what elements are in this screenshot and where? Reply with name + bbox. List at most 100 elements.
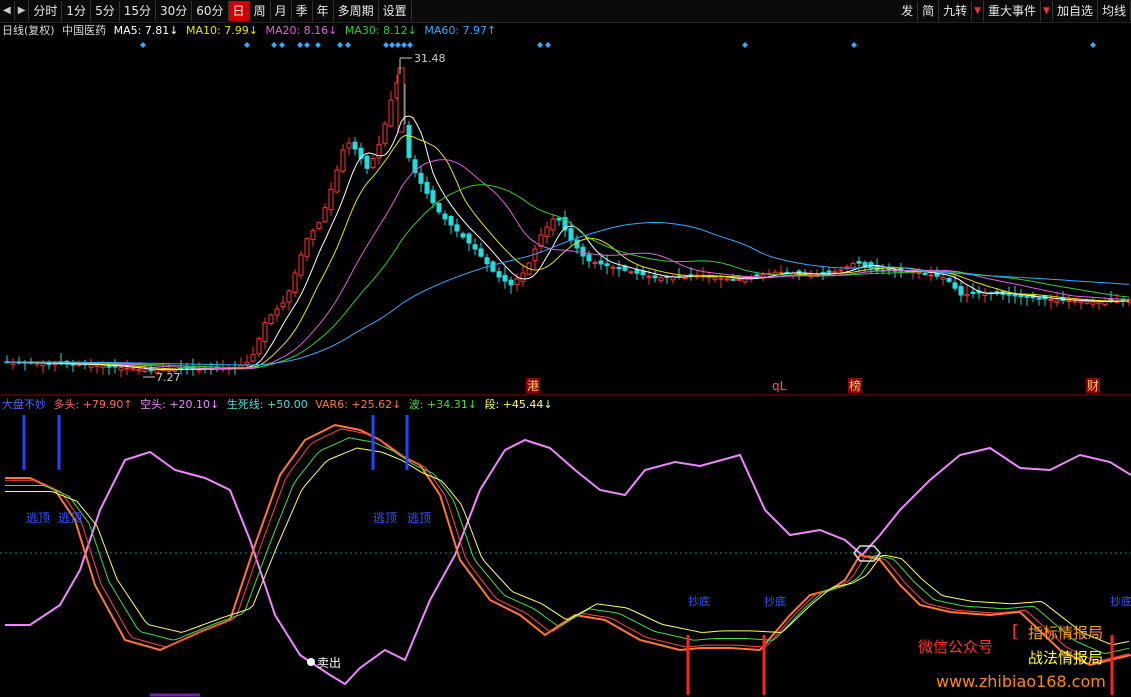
candle-body xyxy=(460,233,466,238)
signal-diamond xyxy=(383,42,389,48)
candle-body xyxy=(778,271,784,274)
candle-body xyxy=(730,278,736,281)
candle-body xyxy=(388,99,394,127)
candle-body xyxy=(262,322,268,343)
watermark-bracket: [ xyxy=(1012,622,1019,642)
candle-body xyxy=(94,364,100,367)
candle-body xyxy=(928,274,934,277)
signal-diamond xyxy=(297,42,303,48)
candle-body xyxy=(472,244,478,250)
candle-body xyxy=(340,149,346,172)
signal-diamond xyxy=(271,42,277,48)
event-tag[interactable]: qL xyxy=(772,379,787,393)
candle-body xyxy=(88,364,94,368)
buy-bottom-label: 抄底 xyxy=(1110,594,1131,608)
candle-body xyxy=(634,269,640,274)
candle-body xyxy=(454,224,460,232)
candle-body xyxy=(148,369,154,372)
candle-body xyxy=(658,277,664,281)
signal-diamond xyxy=(315,42,321,48)
candle-body xyxy=(580,246,586,257)
event-tag[interactable]: 港 xyxy=(527,379,539,393)
candle-body xyxy=(1006,293,1012,296)
candle-body xyxy=(244,361,250,365)
signal-diamond xyxy=(851,42,857,48)
candle-body xyxy=(478,248,484,257)
candle-body xyxy=(652,275,658,279)
signal-diamond xyxy=(742,42,748,48)
candle-body xyxy=(826,270,832,273)
sell-marker xyxy=(307,658,315,666)
signal-diamond xyxy=(140,42,146,48)
candle-body xyxy=(754,274,760,277)
candle-body xyxy=(322,207,328,223)
signal-diamond xyxy=(279,42,285,48)
candle-body xyxy=(496,271,502,278)
candle-body xyxy=(490,261,496,272)
chart-canvas[interactable]: 31.48 7.27 港 qL 榜 财 逃顶 逃顶 逃顶 逃顶 抄底 抄底 抄底… xyxy=(0,0,1131,697)
candle-body xyxy=(934,273,940,277)
candle-body xyxy=(838,269,844,272)
candle-body xyxy=(364,155,370,169)
candle-body xyxy=(520,272,526,282)
candle-body xyxy=(724,278,730,281)
candle-body xyxy=(352,141,358,150)
event-tag[interactable]: 榜 xyxy=(849,378,861,393)
candle-body xyxy=(304,238,310,257)
candle-body xyxy=(346,142,352,149)
candle-body xyxy=(550,218,556,231)
escape-top-label: 逃顶 xyxy=(26,511,50,525)
candle-body xyxy=(850,263,856,269)
candle-body xyxy=(286,290,292,303)
signal-diamond xyxy=(395,42,401,48)
candlestick-panel xyxy=(4,42,1131,378)
escape-top-label: 逃顶 xyxy=(58,511,82,525)
candle-body xyxy=(628,271,634,274)
candle-body xyxy=(238,364,244,368)
candle-body xyxy=(1096,301,1102,305)
candle-body xyxy=(1084,301,1090,304)
candle-body xyxy=(832,270,838,274)
candle-body xyxy=(1024,295,1030,298)
escape-top-label: 逃顶 xyxy=(407,511,431,525)
candle-body xyxy=(292,272,298,293)
candle-body xyxy=(484,257,490,265)
candle-body xyxy=(310,230,316,240)
candle-body xyxy=(856,261,862,264)
candle-body xyxy=(1078,300,1084,304)
signal-diamond xyxy=(401,42,407,48)
ma10-line xyxy=(4,134,1130,370)
ma5-line xyxy=(4,115,1130,371)
candle-body xyxy=(616,266,622,270)
signal-diamond xyxy=(545,42,551,48)
watermark-line1: 指标情报局 xyxy=(1028,624,1104,642)
candle-body xyxy=(862,262,868,267)
candle-body xyxy=(1090,301,1096,305)
signal-diamond xyxy=(337,42,343,48)
candle-body xyxy=(118,367,124,371)
event-tag[interactable]: 财 xyxy=(1087,379,1099,393)
signal-diamond xyxy=(304,42,310,48)
candle-body xyxy=(646,275,652,278)
candle-body xyxy=(772,271,778,275)
candle-body xyxy=(280,302,286,308)
candle-body xyxy=(430,190,436,204)
candle-body xyxy=(556,217,562,221)
signal-diamond xyxy=(1090,42,1096,48)
candle-body xyxy=(46,362,52,365)
candle-body xyxy=(142,369,148,372)
escape-top-label: 逃顶 xyxy=(373,511,397,525)
segment-line xyxy=(5,447,1130,646)
candle-body xyxy=(136,368,142,372)
candle-body xyxy=(1036,297,1042,300)
candle-body xyxy=(448,215,454,226)
candle-body xyxy=(100,365,106,369)
signal-diamond xyxy=(345,42,351,48)
signal-diamond xyxy=(244,42,250,48)
candle-body xyxy=(130,368,136,371)
signal-diamond xyxy=(537,42,543,48)
candle-body xyxy=(10,361,16,365)
watermark-url: www.zhibiao168.com xyxy=(936,672,1106,691)
candle-body xyxy=(1048,299,1054,302)
buy-bottom-label: 抄底 xyxy=(764,594,786,608)
